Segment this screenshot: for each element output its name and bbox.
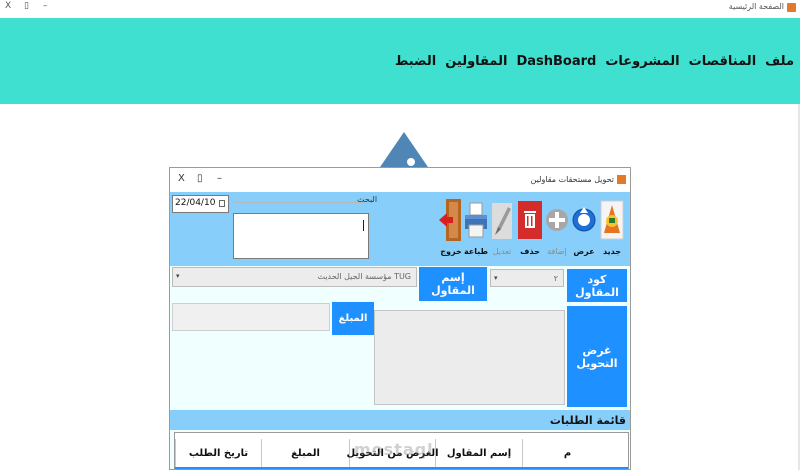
exit-label: خروج xyxy=(440,247,462,256)
exit-door-icon xyxy=(439,195,463,245)
menu-band: ملف المناقصات المشروعات DashBoard المقاو… xyxy=(0,18,800,104)
menu-item-dashboard[interactable]: DashBoard xyxy=(516,54,596,69)
new-label: جديد xyxy=(602,247,621,256)
delete-button[interactable]: حذف xyxy=(517,195,543,256)
date-value: 22/04/10 xyxy=(175,198,216,208)
search-input[interactable] xyxy=(233,213,369,259)
column-header-index[interactable]: م xyxy=(522,439,612,467)
column-header-request-date[interactable]: تاريخ الطلب xyxy=(175,439,261,467)
main-window-title: الصفحة الرئيسية xyxy=(728,2,784,11)
menu-item-file[interactable]: ملف xyxy=(765,54,794,69)
add-icon xyxy=(545,195,569,245)
print-button[interactable]: طباعة xyxy=(463,195,489,256)
contractor-name-value: مؤسسة الجيل الحديث TUG xyxy=(317,272,411,281)
app-root: X ▯ – الصفحة الرئيسية ملف المناقصات المش… xyxy=(0,0,800,470)
view-label: عرض xyxy=(573,247,595,256)
contractor-code-button[interactable]: كود المقاول xyxy=(567,269,627,302)
grid-scroll-corner xyxy=(612,439,628,467)
exit-button[interactable]: خروج xyxy=(438,195,464,256)
new-icon xyxy=(600,195,624,245)
requests-list-title: قائمة الطلبات xyxy=(549,414,626,427)
dialog-restore-button[interactable]: ▯ xyxy=(197,173,203,184)
menu-bar: ملف المناقصات المشروعات DashBoard المقاو… xyxy=(395,54,794,69)
menu-item-settings[interactable]: الضبط xyxy=(395,54,436,69)
pencil-icon xyxy=(490,195,514,245)
edit-label: تعديل xyxy=(492,247,512,256)
background-logo-dot xyxy=(407,158,415,166)
transfer-dialog: X ▯ – تحويل مستحقات مقاولين جديد عرض إضا… xyxy=(169,167,631,470)
contractor-name-combo[interactable]: مؤسسة الجيل الحديث TUG ▾ xyxy=(172,267,417,287)
dialog-title: تحويل مستحقات مقاولين xyxy=(530,175,614,184)
menu-item-projects[interactable]: المشروعات xyxy=(605,54,679,69)
app-icon xyxy=(787,3,796,12)
menu-item-tenders[interactable]: المناقصات xyxy=(689,54,757,69)
transfer-purpose-textarea[interactable] xyxy=(374,310,565,405)
requests-list-header: قائمة الطلبات xyxy=(170,410,630,430)
add-button[interactable]: إضافة xyxy=(544,195,570,256)
main-restore-button[interactable]: ▯ xyxy=(24,1,29,11)
dialog-title-bar: X ▯ – تحويل مستحقات مقاولين xyxy=(170,168,630,192)
new-button[interactable]: جديد xyxy=(599,195,625,256)
dialog-minimize-button[interactable]: – xyxy=(217,173,222,184)
main-minimize-button[interactable]: – xyxy=(43,1,48,11)
watermark-text: mostaql xyxy=(354,440,434,459)
main-close-button[interactable]: X xyxy=(5,1,11,11)
main-title-bar: X ▯ – الصفحة الرئيسية xyxy=(0,0,800,16)
view-button[interactable]: عرض xyxy=(571,195,597,256)
dialog-close-button[interactable]: X xyxy=(178,173,185,184)
contractor-code-combo[interactable]: ٢ ▾ xyxy=(490,269,564,287)
chevron-down-icon: ▾ xyxy=(494,274,498,282)
menu-item-contractors[interactable]: المقاولين xyxy=(445,54,507,69)
column-header-amount[interactable]: المبلغ xyxy=(261,439,349,467)
transfer-purpose-button[interactable]: غرض التحويل xyxy=(567,306,627,407)
amount-button[interactable]: المبلغ xyxy=(332,302,374,335)
background-logo-icon xyxy=(378,132,430,170)
calendar-icon xyxy=(219,200,225,207)
contractor-code-value: ٢ xyxy=(553,274,558,283)
toolbar: جديد عرض إضافة حذف تعديل طباعة خروج البح… xyxy=(170,192,630,266)
chevron-down-icon: ▾ xyxy=(176,272,180,280)
trash-icon xyxy=(518,195,542,245)
edit-button[interactable]: تعديل xyxy=(489,195,515,256)
dialog-body: جديد عرض إضافة حذف تعديل طباعة خروج البح… xyxy=(170,192,630,469)
search-divider xyxy=(234,202,364,203)
add-label: إضافة xyxy=(547,247,567,256)
contractor-name-button[interactable]: إسم المقاول xyxy=(419,267,487,301)
dialog-app-icon xyxy=(617,175,626,184)
amount-input[interactable] xyxy=(172,303,330,331)
date-picker[interactable]: 22/04/10 xyxy=(172,195,229,213)
printer-icon xyxy=(464,195,488,245)
print-label: طباعة xyxy=(463,247,489,256)
view-icon xyxy=(572,195,596,245)
delete-label: حذف xyxy=(520,247,540,256)
column-header-contractor-name[interactable]: إسم المقاول xyxy=(435,439,522,467)
text-caret xyxy=(363,220,364,231)
